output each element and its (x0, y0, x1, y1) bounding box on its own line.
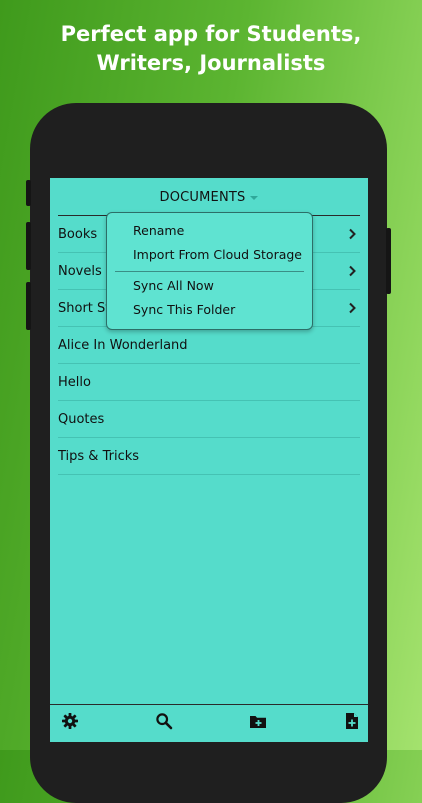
chevron-right-icon (349, 228, 356, 240)
menu-item-rename[interactable]: Rename (133, 223, 184, 238)
promo-headline: Perfect app for Students, Writers, Journ… (0, 20, 422, 78)
document-add-icon[interactable] (343, 712, 361, 730)
menu-item-import-cloud[interactable]: Import From Cloud Storage (133, 247, 302, 262)
documents-title-dropdown[interactable]: DOCUMENTS (50, 178, 368, 216)
phone-mute-switch (26, 180, 31, 206)
list-item-document[interactable]: Tips & Tricks (58, 438, 360, 475)
menu-item-sync-folder[interactable]: Sync This Folder (133, 302, 235, 317)
caret-down-icon (250, 196, 259, 200)
folder-add-icon[interactable] (249, 712, 267, 730)
folder-options-menu: Rename Import From Cloud Storage Sync Al… (106, 212, 313, 330)
search-icon[interactable] (155, 712, 173, 730)
list-item-document[interactable]: Quotes (58, 401, 360, 438)
promo-line-1: Perfect app for Students, (60, 22, 362, 46)
list-item-label: Alice In Wonderland (58, 337, 188, 353)
menu-divider (115, 271, 304, 272)
menu-item-sync-all[interactable]: Sync All Now (133, 278, 214, 293)
page-title: DOCUMENTS (159, 189, 246, 205)
list-item-label: Tips & Tricks (58, 448, 140, 464)
list-item-label: Quotes (58, 411, 105, 427)
list-item-label: Novels (58, 263, 102, 279)
phone-volume-down (26, 282, 31, 330)
list-item-label: Hello (58, 374, 91, 390)
promo-line-2: Writers, Journalists (96, 51, 326, 75)
app-screen: DOCUMENTS Books Novels Short St Alice In… (50, 178, 368, 742)
list-item-document[interactable]: Alice In Wonderland (58, 327, 360, 364)
list-item-label: Books (58, 226, 98, 242)
chevron-right-icon (349, 302, 356, 314)
list-item-document[interactable]: Hello (58, 364, 360, 401)
phone-volume-up (26, 222, 31, 270)
chevron-right-icon (349, 265, 356, 277)
phone-power-button (386, 228, 391, 294)
toolbar-divider (50, 704, 368, 705)
gear-icon[interactable] (61, 712, 79, 730)
list-item-label: Short St (58, 300, 111, 316)
